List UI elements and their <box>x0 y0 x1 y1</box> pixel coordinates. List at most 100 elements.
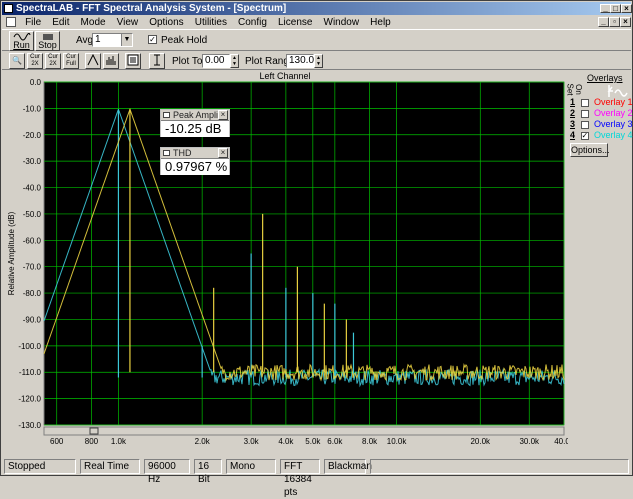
plot-toolbar: 🔍 Cur 2X Cur 2X Cur Full Plot Top: 0.00 … <box>2 52 631 70</box>
cursor-full-label: Cur Full <box>66 54 76 67</box>
doc-minimize-button[interactable]: _ <box>598 17 609 27</box>
overlay-2-label: Overlay 2 <box>594 108 633 118</box>
peak-marker-button[interactable] <box>85 53 101 69</box>
run-label: Run <box>13 40 30 50</box>
menu-view[interactable]: View <box>113 16 143 30</box>
peak-hold-label: Peak Hold <box>161 35 208 46</box>
x-tick-label: 40.0k <box>554 437 568 446</box>
y-tick-label: -130.0 <box>18 421 41 430</box>
menu-config[interactable]: Config <box>234 16 271 30</box>
plot-range-value: 130.0 <box>289 55 315 66</box>
app-icon <box>4 4 13 13</box>
x-tick-label: 2.0k <box>195 437 211 446</box>
status-state: Stopped <box>4 459 76 474</box>
table-icon <box>127 54 139 66</box>
menu-edit[interactable]: Edit <box>48 16 73 30</box>
zoom-button[interactable]: 🔍 <box>9 53 25 69</box>
peak-amplitude-value: -10.25 dB <box>161 121 229 137</box>
y-axis-label: Relative Amplitude (dB) <box>7 211 16 295</box>
spectrum-chart[interactable]: Left Channel 0.0 -10.0 -20.0 -30.0 -40.0 -50.0… <box>2 71 575 456</box>
avg-select[interactable]: 1 ▼ <box>92 33 133 47</box>
overlay-set-3[interactable]: 3 <box>570 119 578 130</box>
overlays-header: Overlays <box>587 73 623 83</box>
window-title: SpectraLAB - FFT Spectral Analysis Syste… <box>16 3 287 14</box>
thd-box[interactable]: THD × 0.97967 % <box>160 147 230 175</box>
overlay-1-checkbox[interactable] <box>580 98 589 107</box>
stop-label: Stop <box>38 40 57 50</box>
plot-range-input[interactable]: 130.0 <box>286 54 314 68</box>
close-button[interactable]: × <box>621 4 632 13</box>
plot-top-value: 0.00 <box>205 55 225 66</box>
doc-restore-button[interactable]: ▫ <box>609 17 620 27</box>
status-mode: Real Time <box>80 459 140 474</box>
window-icon <box>163 112 170 118</box>
title-bar: SpectraLAB - FFT Spectral Analysis Syste… <box>2 2 632 15</box>
close-icon[interactable]: × <box>218 148 228 158</box>
magnifier-icon: 🔍 <box>12 56 22 65</box>
stop-icon <box>43 34 53 40</box>
y-tick-label: -20.0 <box>23 131 42 140</box>
thd-header: THD × <box>161 148 229 159</box>
overlay-row-3[interactable]: 3 Overlay 3 <box>570 119 633 130</box>
app-window: SpectraLAB - FFT Spectral Analysis Syste… <box>0 0 633 498</box>
stop-button[interactable]: Stop <box>35 31 60 51</box>
table-button[interactable] <box>125 53 141 69</box>
cursor-2x-button[interactable]: Cur 2X <box>27 53 43 69</box>
y-tick-label: -110.0 <box>19 368 42 377</box>
maximize-button[interactable]: □ <box>610 4 621 13</box>
close-icon[interactable]: × <box>218 110 228 120</box>
menu-window[interactable]: Window <box>320 16 364 30</box>
run-button[interactable]: Run <box>9 31 34 51</box>
cursor-full-button[interactable]: Cur Full <box>63 53 79 69</box>
range-button[interactable] <box>149 53 165 69</box>
frequency-scrollbar[interactable] <box>43 426 565 436</box>
document-icon[interactable] <box>6 17 16 28</box>
overlay-options-button[interactable]: Options... <box>570 143 610 157</box>
thd-title: THD <box>173 148 192 158</box>
doc-close-button[interactable]: × <box>620 17 631 27</box>
sine-wave-icon <box>13 33 31 41</box>
overlay-row-2[interactable]: 2 Overlay 2 <box>570 108 633 119</box>
cursor-2x-label-2: Cur 2X <box>48 54 58 67</box>
window-icon <box>163 150 170 156</box>
thd-value: 0.97967 % <box>161 159 229 175</box>
peak-amplitude-box[interactable]: Peak Amplit... × -10.25 dB <box>160 109 230 137</box>
overlay-2-checkbox[interactable] <box>580 109 589 118</box>
y-tick-label: -70.0 <box>23 263 42 272</box>
overlays-panel: Set On Overlays 1 Overlay 1 2 Overlay 2 … <box>566 71 633 446</box>
overlay-row-4[interactable]: 4 ✓ Overlay 4 <box>570 130 633 141</box>
overlay-row-1[interactable]: 1 Overlay 1 <box>570 97 633 108</box>
menu-options[interactable]: Options <box>145 16 187 30</box>
menu-help[interactable]: Help <box>366 16 395 30</box>
cursor-2x-button-2[interactable]: Cur 2X <box>45 53 61 69</box>
menu-license[interactable]: License <box>274 16 316 30</box>
y-tick-label: -30.0 <box>23 157 42 166</box>
status-sample-rate: 96000 Hz <box>144 459 190 485</box>
range-icon <box>154 54 160 66</box>
plot-title: Left Channel <box>259 71 310 81</box>
y-tick-label: -40.0 <box>23 184 42 193</box>
status-window: Blackman <box>324 459 372 474</box>
x-tick-label: 6.0k <box>327 437 343 446</box>
y-tick-label: -80.0 <box>23 289 42 298</box>
overlay-options-label: Options... <box>571 145 610 155</box>
menu-utilities[interactable]: Utilities <box>191 16 231 30</box>
y-tick-label: -10.0 <box>23 104 42 113</box>
menu-file[interactable]: File <box>21 16 45 30</box>
overlay-3-checkbox[interactable] <box>580 120 589 129</box>
x-tick-label: 800 <box>85 437 99 446</box>
status-bar: Stopped Real Time 96000 Hz 16 Bit Mono F… <box>2 459 631 498</box>
overlay-set-2[interactable]: 2 <box>570 108 578 119</box>
plot-range-spinner[interactable]: ▲ ▼ <box>314 54 323 68</box>
x-tick-label: 1.0k <box>111 437 127 446</box>
peak-hold-checkbox[interactable]: ✓ <box>148 35 157 44</box>
overlay-4-checkbox[interactable]: ✓ <box>580 131 589 140</box>
menu-mode[interactable]: Mode <box>77 16 110 30</box>
chevron-down-icon[interactable]: ▼ <box>121 34 132 46</box>
overlay-set-1[interactable]: 1 <box>570 97 578 108</box>
scrollbar-thumb[interactable] <box>89 427 99 435</box>
spectrum-bars-button[interactable] <box>103 53 119 69</box>
plot-top-input[interactable]: 0.00 <box>202 54 230 68</box>
plot-top-spinner[interactable]: ▲ ▼ <box>230 54 239 68</box>
overlay-set-4[interactable]: 4 <box>570 130 578 141</box>
